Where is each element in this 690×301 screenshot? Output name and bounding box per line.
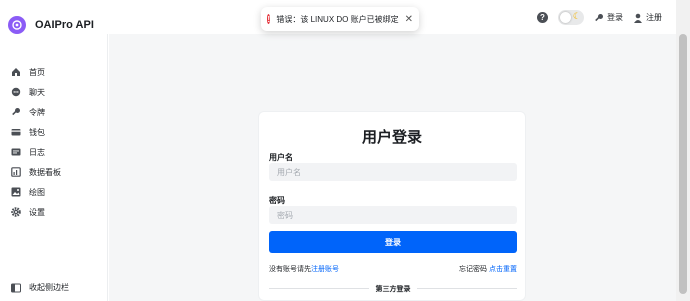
gear-icon bbox=[11, 207, 21, 217]
sidebar-item-label: 令牌 bbox=[29, 107, 45, 117]
toggle-knob bbox=[560, 12, 571, 23]
register-link-label: 注册 bbox=[646, 13, 662, 22]
close-icon[interactable]: ✕ bbox=[405, 14, 413, 25]
sidebar-item-dashboard[interactable]: 数据看板 bbox=[0, 162, 107, 182]
register-account-link[interactable]: 注册账号 bbox=[311, 266, 339, 273]
collapse-icon bbox=[11, 283, 21, 293]
username-input[interactable] bbox=[269, 163, 517, 181]
theme-toggle[interactable]: ☾ bbox=[558, 10, 584, 25]
user-icon bbox=[634, 13, 642, 23]
password-input[interactable] bbox=[269, 206, 517, 224]
log-icon bbox=[11, 147, 21, 157]
sidebar: 首页 聊天 令牌 钱包 日志 数据看板 绘图 设置 收起侧边栏 bbox=[0, 34, 108, 301]
sidebar-item-label: 日志 bbox=[29, 147, 45, 157]
sidebar-item-label: 绘图 bbox=[29, 187, 45, 197]
chat-icon bbox=[11, 87, 21, 97]
reset-password-link[interactable]: 点击重置 bbox=[489, 266, 517, 273]
sidebar-item-label: 钱包 bbox=[29, 127, 45, 137]
third-party-label: 第三方登录 bbox=[375, 286, 411, 293]
login-link[interactable]: 登录 bbox=[594, 12, 623, 23]
image-icon bbox=[11, 187, 21, 197]
help-icon[interactable]: ? bbox=[537, 12, 548, 23]
openai-logo-icon bbox=[8, 16, 26, 34]
collapse-label: 收起侧边栏 bbox=[29, 283, 69, 292]
collapse-sidebar-button[interactable]: 收起侧边栏 bbox=[11, 282, 69, 293]
brand[interactable]: OAIPro API bbox=[8, 16, 94, 34]
sidebar-item-label: 聊天 bbox=[29, 87, 45, 97]
forgot-prompt: 忘记密码 点击重置 bbox=[459, 264, 517, 274]
error-toast: ! 错误：该 LINUX DO 账户已被绑定 ✕ bbox=[261, 7, 419, 31]
dashboard-icon bbox=[11, 167, 21, 177]
sidebar-item-tokens[interactable]: 令牌 bbox=[0, 102, 107, 122]
register-prompt: 没有账号请先注册账号 bbox=[269, 264, 339, 274]
sidebar-item-wallet[interactable]: 钱包 bbox=[0, 122, 107, 142]
error-icon: ! bbox=[267, 14, 271, 24]
sidebar-item-label: 首页 bbox=[29, 67, 45, 77]
username-label: 用户名 bbox=[269, 153, 293, 162]
scrollbar-thumb[interactable] bbox=[679, 34, 687, 294]
sidebar-item-settings[interactable]: 设置 bbox=[0, 202, 107, 222]
moon-icon: ☾ bbox=[572, 11, 581, 21]
no-account-text: 没有账号请先 bbox=[269, 266, 311, 273]
login-button[interactable]: 登录 bbox=[269, 231, 517, 253]
third-party-divider: 第三方登录 bbox=[269, 284, 517, 294]
register-link[interactable]: 注册 bbox=[633, 12, 662, 23]
sidebar-item-label: 数据看板 bbox=[29, 167, 61, 177]
toast-message: 错误：该 LINUX DO 账户已被绑定 bbox=[276, 14, 399, 24]
home-icon bbox=[11, 67, 21, 77]
forgot-password-text: 忘记密码 bbox=[459, 266, 488, 273]
app-name: OAIPro API bbox=[35, 19, 94, 31]
login-card: 用户登录 用户名 密码 登录 没有账号请先注册账号 忘记密码 点击重置 第三方登… bbox=[258, 111, 526, 301]
sidebar-item-drawing[interactable]: 绘图 bbox=[0, 182, 107, 202]
scrollbar[interactable] bbox=[676, 0, 690, 301]
header-actions: ? ☾ 登录 注册 bbox=[537, 10, 662, 25]
sidebar-item-home[interactable]: 首页 bbox=[0, 62, 107, 82]
sidebar-item-chat[interactable]: 聊天 bbox=[0, 82, 107, 102]
sidebar-nav: 首页 聊天 令牌 钱包 日志 数据看板 绘图 设置 bbox=[0, 62, 107, 222]
login-link-label: 登录 bbox=[607, 13, 623, 22]
page-title: 用户登录 bbox=[361, 129, 422, 146]
sidebar-item-label: 设置 bbox=[29, 207, 45, 217]
key-icon bbox=[11, 107, 21, 117]
wallet-icon bbox=[11, 127, 21, 137]
key-icon bbox=[595, 13, 603, 21]
sidebar-item-logs[interactable]: 日志 bbox=[0, 142, 107, 162]
password-label: 密码 bbox=[269, 196, 285, 205]
